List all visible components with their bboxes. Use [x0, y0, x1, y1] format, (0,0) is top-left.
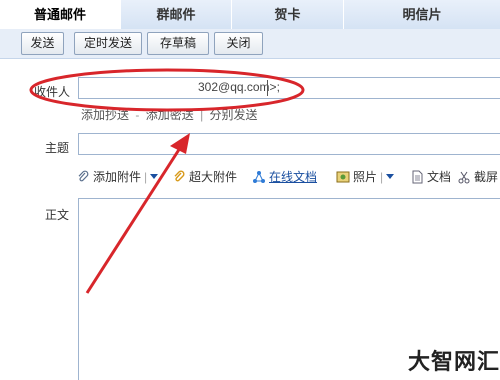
send-button[interactable]: 发送 — [21, 32, 64, 55]
tab-normal-mail[interactable]: 普通邮件 — [0, 0, 121, 29]
dash-separator: - — [135, 108, 140, 122]
tab-group-mail[interactable]: 群邮件 — [121, 0, 232, 29]
schedule-send-button[interactable]: 定时发送 — [74, 32, 142, 55]
photo-group[interactable]: 照片 | — [336, 168, 395, 185]
large-paperclip-icon — [174, 169, 185, 181]
document-group[interactable]: 文档 — [410, 168, 451, 185]
text-cursor — [267, 80, 268, 96]
separate-send-link[interactable]: 分别发送 — [210, 108, 258, 122]
share-nodes-icon — [253, 170, 265, 183]
divider: | — [380, 169, 384, 184]
pipe-separator: | — [200, 108, 204, 122]
document-icon — [412, 170, 423, 183]
tab-greeting-card[interactable]: 贺卡 — [232, 0, 344, 29]
add-attachment-group[interactable]: 添加附件 | — [76, 168, 159, 185]
recipient-label: 收件人 — [34, 85, 71, 99]
watermark: 大智网汇 — [408, 349, 500, 374]
scissors-icon — [458, 171, 470, 183]
body-label: 正文 — [45, 208, 70, 222]
photo-dropdown-icon[interactable] — [386, 174, 395, 179]
add-attachment-link[interactable]: 添加附件 — [93, 168, 141, 185]
large-attachment-group[interactable]: 超大附件 — [172, 168, 237, 185]
screenshot-group[interactable]: 截屏 — [457, 168, 498, 185]
add-bcc-link[interactable]: 添加密送 — [146, 108, 194, 122]
large-attachment-link[interactable]: 超大附件 — [189, 168, 237, 185]
close-button[interactable]: 关闭 — [214, 32, 263, 55]
online-doc-link[interactable]: 在线文档 — [269, 168, 317, 185]
screenshot-link[interactable]: 截屏 — [474, 168, 498, 185]
save-draft-button[interactable]: 存草稿 — [147, 32, 209, 55]
tab-postcard[interactable]: 明信片 — [344, 0, 500, 29]
divider: | — [144, 169, 148, 184]
photo-link[interactable]: 照片 — [353, 168, 377, 185]
recipient-input[interactable] — [78, 77, 500, 99]
recipient-options: 添加抄送 - 添加密送 | 分别发送 — [81, 106, 258, 123]
photo-icon — [336, 171, 350, 182]
compose-tabs: 普通邮件 群邮件 贺卡 明信片 — [0, 0, 500, 29]
subject-label: 主题 — [45, 141, 70, 155]
add-cc-link[interactable]: 添加抄送 — [81, 108, 129, 122]
attachment-dropdown-icon[interactable] — [150, 174, 159, 179]
subject-input[interactable] — [78, 133, 500, 155]
online-doc-group[interactable]: 在线文档 — [252, 168, 317, 185]
document-link[interactable]: 文档 — [427, 168, 451, 185]
compose-toolbar: 发送 定时发送 存草稿 关闭 — [0, 29, 500, 59]
paperclip-icon — [78, 170, 89, 181]
